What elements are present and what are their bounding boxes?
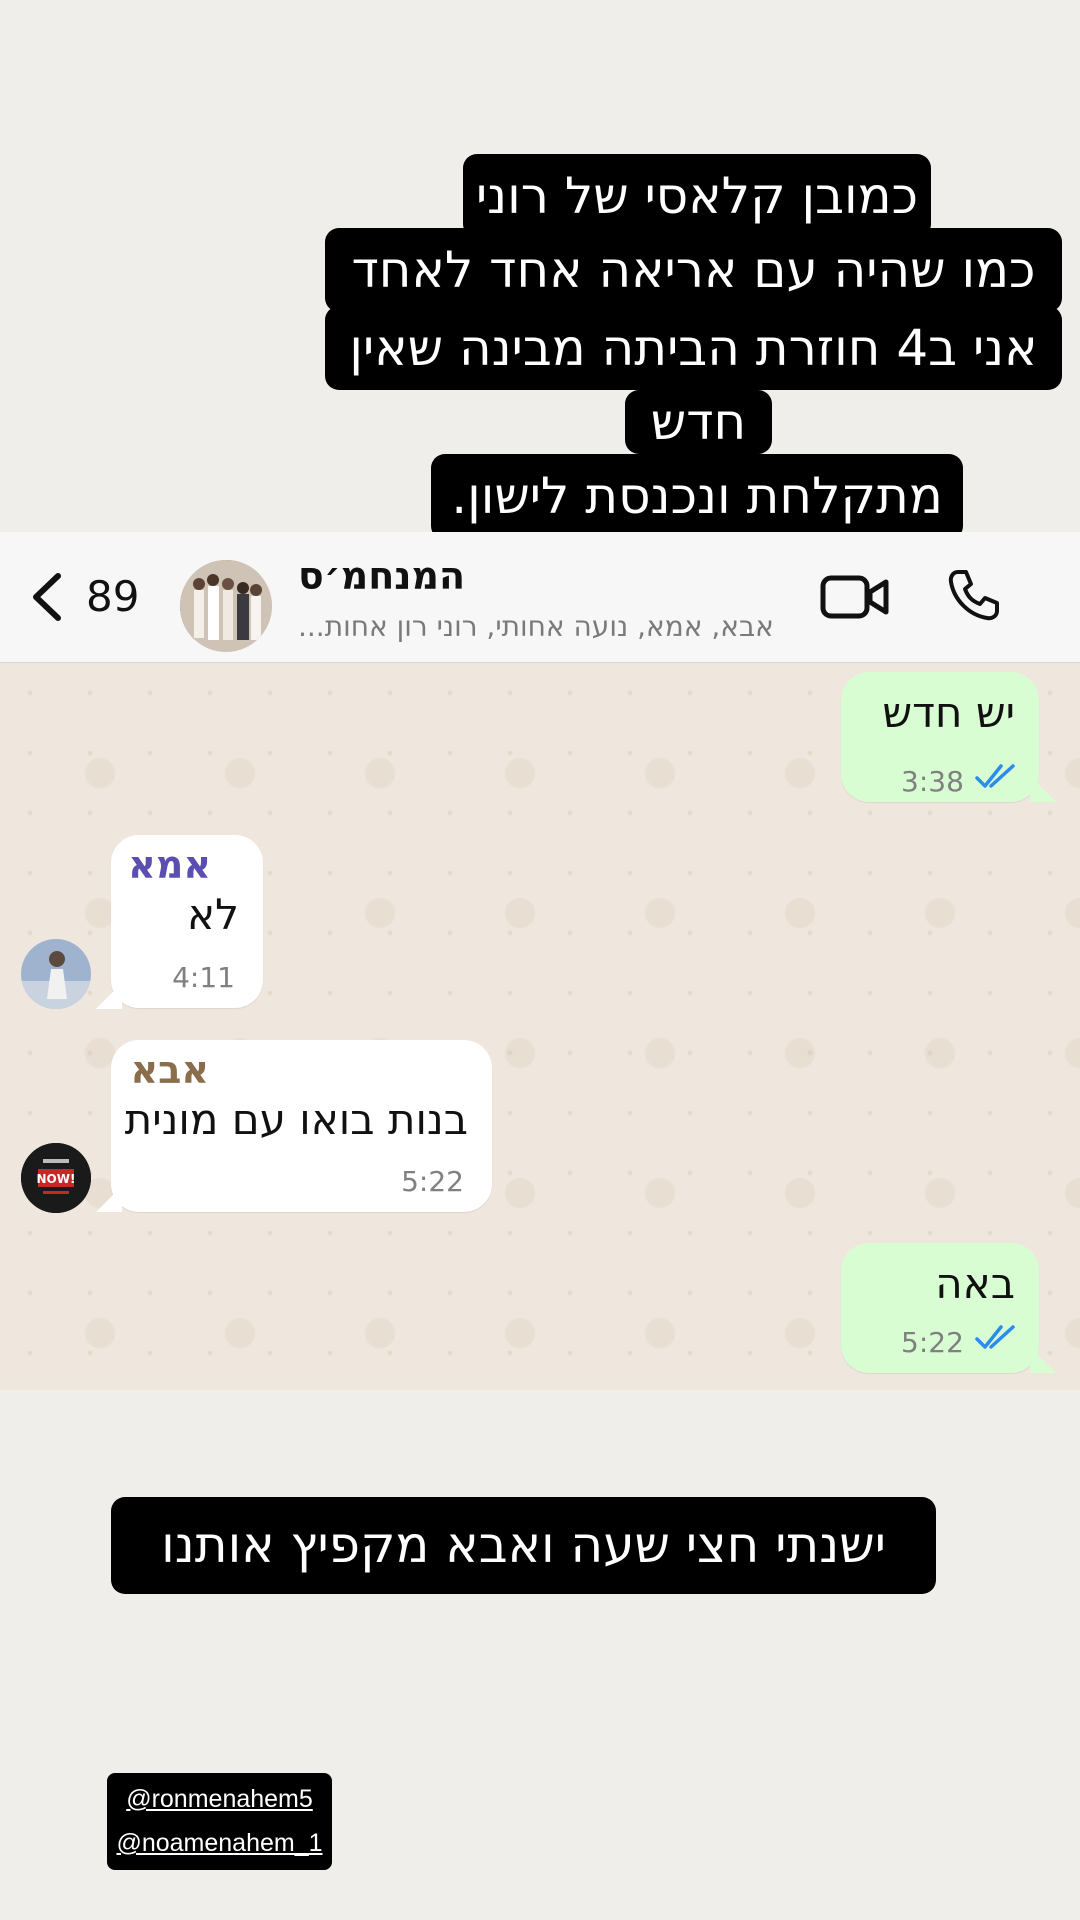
message-text: לא: [187, 890, 239, 939]
mention-link[interactable]: @ronmenahem5: [107, 1785, 332, 1814]
caption-line: כמובן קלאסי של רוני: [463, 154, 931, 238]
message-sender: אמא: [128, 843, 211, 887]
double-check-read-icon: [975, 764, 1015, 788]
message-text: יש חדש: [882, 688, 1015, 737]
group-photo-icon: [180, 560, 272, 652]
bring-them-home-now-icon: NOW!: [21, 1143, 91, 1213]
sender-avatar-mom[interactable]: [21, 939, 91, 1009]
message-time: 4:11: [172, 961, 235, 994]
mention-link[interactable]: @noamenahem_1: [107, 1829, 332, 1858]
group-title[interactable]: המנחמ׳ס: [298, 554, 465, 598]
chat-header: 89 המנחמ׳ס אבא, אמא, נועה אחותי, רוני רו…: [0, 532, 1080, 663]
message-bubble-outgoing[interactable]: באה 5:22: [841, 1243, 1039, 1373]
chevron-left-icon[interactable]: [26, 570, 70, 624]
bubble-tail: [96, 1186, 122, 1212]
message-bubble-incoming[interactable]: אבא בנות בואו עם מונית 5:22: [111, 1040, 492, 1212]
message-text: באה: [935, 1259, 1015, 1308]
avatar-now-text: NOW!: [37, 1172, 76, 1186]
message-time: 5:22: [401, 1165, 464, 1198]
message-time: 5:22: [901, 1326, 964, 1359]
message-sender: אבא: [130, 1048, 209, 1092]
double-check-read-icon: [975, 1325, 1015, 1349]
group-avatar[interactable]: [180, 560, 272, 652]
group-participants[interactable]: אבא, אמא, נועה אחותי, רוני רון אחות...: [298, 610, 774, 643]
video-call-icon[interactable]: [820, 572, 890, 622]
sender-avatar-dad[interactable]: NOW!: [21, 1143, 91, 1213]
bubble-tail: [1030, 776, 1056, 802]
chat-area: יש חדש 3:38 אמא לא 4:11 NOW! אבא בנות בו…: [0, 663, 1080, 1390]
phone-call-icon[interactable]: [944, 566, 1002, 624]
bubble-tail: [96, 983, 122, 1009]
message-bubble-incoming[interactable]: אמא לא 4:11: [111, 835, 263, 1008]
caption-line: אני ב4 חוזרת הביתה מבינה שאין: [325, 306, 1062, 390]
caption-line: מתקלחת ונכנסת לישון.: [431, 454, 963, 540]
caption-line: חדש: [625, 390, 772, 454]
mentions-box: @ronmenahem5 @noamenahem_1: [107, 1773, 332, 1870]
message-text: בנות בואו עם מונית: [124, 1095, 468, 1144]
caption-line: כמו שהיה עם אריאה אחד לאחד: [325, 228, 1062, 312]
bubble-tail: [1030, 1347, 1056, 1373]
unread-count[interactable]: 89: [86, 570, 139, 624]
message-bubble-outgoing[interactable]: יש חדש 3:38: [841, 672, 1039, 802]
story-caption-bottom: ישנתי חצי שעה ואבא מקפיץ אותנו: [111, 1497, 936, 1594]
avatar-photo-icon: [21, 939, 91, 1009]
message-time: 3:38: [901, 765, 964, 798]
